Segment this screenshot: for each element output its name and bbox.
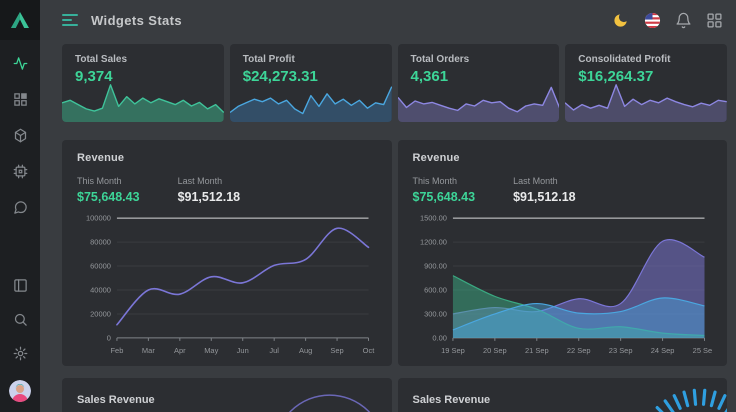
stat-card-total-orders: Total Orders 4,361 bbox=[398, 44, 560, 122]
last-month-label: Last Month bbox=[178, 176, 241, 186]
card-title: Sales Revenue bbox=[77, 394, 377, 406]
revenue-daily-card: Revenue This Month $75,648.43 Last Month… bbox=[398, 140, 728, 366]
svg-text:600.00: 600.00 bbox=[424, 285, 447, 294]
sidebar-nav-top bbox=[13, 56, 28, 215]
stat-card-total-sales: Total Sales 9,374 bbox=[62, 44, 224, 122]
total-profit-sparkline bbox=[230, 80, 392, 122]
svg-text:23 Sep: 23 Sep bbox=[608, 346, 632, 355]
this-month-label: This Month bbox=[77, 176, 140, 186]
this-month-group: This Month $75,648.43 bbox=[77, 176, 140, 204]
dashboard-grid-icon[interactable] bbox=[13, 92, 28, 107]
revenue-summary: This Month $75,648.43 Last Month $91,512… bbox=[413, 176, 713, 204]
last-month-value: $91,512.18 bbox=[178, 190, 241, 204]
revenue-summary: This Month $75,648.43 Last Month $91,512… bbox=[77, 176, 377, 204]
last-month-group: Last Month $91,512.18 bbox=[513, 176, 576, 204]
svg-text:21 Sep: 21 Sep bbox=[524, 346, 548, 355]
svg-text:Sep: Sep bbox=[330, 346, 343, 355]
stat-label: Consolidated Profit bbox=[578, 54, 714, 65]
language-flag-us-icon[interactable] bbox=[644, 12, 661, 29]
svg-text:80000: 80000 bbox=[90, 238, 111, 247]
svg-text:Aug: Aug bbox=[299, 346, 312, 355]
user-avatar[interactable] bbox=[9, 380, 31, 402]
stat-cards-row: Total Sales 9,374 Total Profit $24,273.3… bbox=[62, 44, 727, 122]
svg-text:900.00: 900.00 bbox=[424, 262, 447, 271]
card-title: Sales Revenue bbox=[413, 394, 713, 406]
stat-label: Total Sales bbox=[75, 54, 211, 65]
svg-text:Jun: Jun bbox=[237, 346, 249, 355]
revenue-monthly-line-chart: 0 20000 40000 60000 80000 100000 Feb Mar Apr May J… bbox=[77, 210, 377, 358]
svg-text:300.00: 300.00 bbox=[424, 309, 447, 318]
svg-text:25 Sep: 25 Sep bbox=[692, 346, 712, 355]
avatar-image bbox=[9, 380, 31, 402]
last-month-label: Last Month bbox=[513, 176, 576, 186]
this-month-label: This Month bbox=[413, 176, 476, 186]
notifications-bell-icon[interactable] bbox=[675, 12, 692, 29]
svg-text:100000: 100000 bbox=[86, 214, 111, 223]
app-logo[interactable] bbox=[0, 0, 40, 40]
svg-text:60000: 60000 bbox=[90, 262, 111, 271]
layout-panel-icon[interactable] bbox=[13, 278, 28, 293]
sales-revenue-card-left: Sales Revenue $8,641.26 bbox=[62, 378, 392, 412]
revenue-monthly-card: Revenue This Month $75,648.43 Last Month… bbox=[62, 140, 392, 366]
last-month-value: $91,512.18 bbox=[513, 190, 576, 204]
this-month-value: $75,648.43 bbox=[413, 190, 476, 204]
sidebar-nav-bottom bbox=[9, 278, 31, 402]
page-title: Widgets Stats bbox=[91, 13, 182, 28]
svg-text:40000: 40000 bbox=[90, 285, 111, 294]
svg-text:May: May bbox=[204, 346, 218, 355]
stat-label: Total Orders bbox=[411, 54, 547, 65]
revenue-daily-area-chart: 0.00 300.00 600.00 900.00 1200.00 1500.00 19 S… bbox=[413, 210, 713, 358]
total-orders-sparkline bbox=[398, 80, 560, 122]
this-month-value: $75,648.43 bbox=[77, 190, 140, 204]
svg-text:Oct: Oct bbox=[363, 346, 376, 355]
apps-grid-icon[interactable] bbox=[706, 12, 723, 29]
chat-bubble-icon[interactable] bbox=[13, 200, 28, 215]
svg-text:0: 0 bbox=[107, 333, 111, 342]
cpu-chip-icon[interactable] bbox=[13, 164, 28, 179]
svg-text:Apr: Apr bbox=[174, 346, 186, 355]
menu-toggle-icon[interactable] bbox=[62, 14, 78, 26]
sales-revenue-row: Sales Revenue $8,641.26 Sales Revenue $8… bbox=[62, 378, 727, 412]
svg-text:24 Sep: 24 Sep bbox=[650, 346, 674, 355]
svg-text:Feb: Feb bbox=[110, 346, 123, 355]
activity-icon[interactable] bbox=[13, 56, 28, 71]
last-month-group: Last Month $91,512.18 bbox=[178, 176, 241, 204]
package-box-icon[interactable] bbox=[13, 128, 28, 143]
header-icons bbox=[613, 12, 723, 29]
stat-card-consolidated-profit: Consolidated Profit $16,264.37 bbox=[565, 44, 727, 122]
search-icon[interactable] bbox=[13, 312, 28, 327]
revenue-charts-row: Revenue This Month $75,648.43 Last Month… bbox=[62, 140, 727, 366]
triangle-logo-icon bbox=[9, 9, 31, 31]
theme-moon-icon[interactable] bbox=[613, 12, 630, 29]
total-sales-sparkline bbox=[62, 80, 224, 122]
card-title: Revenue bbox=[413, 152, 713, 164]
svg-text:1200.00: 1200.00 bbox=[419, 238, 446, 247]
header: Widgets Stats bbox=[40, 0, 736, 40]
sales-revenue-card-right: Sales Revenue $8,641.26 bbox=[398, 378, 728, 412]
svg-text:Jul: Jul bbox=[269, 346, 279, 355]
svg-text:20 Sep: 20 Sep bbox=[483, 346, 507, 355]
svg-text:0.00: 0.00 bbox=[432, 333, 447, 342]
svg-text:19 Sep: 19 Sep bbox=[441, 346, 465, 355]
this-month-group: This Month $75,648.43 bbox=[413, 176, 476, 204]
svg-text:1500.00: 1500.00 bbox=[419, 214, 446, 223]
content: Total Sales 9,374 Total Profit $24,273.3… bbox=[40, 40, 736, 412]
sidebar bbox=[0, 0, 40, 412]
stat-card-total-profit: Total Profit $24,273.31 bbox=[230, 44, 392, 122]
card-title: Revenue bbox=[77, 152, 377, 164]
svg-text:22 Sep: 22 Sep bbox=[566, 346, 590, 355]
consolidated-profit-sparkline bbox=[565, 80, 727, 122]
settings-gear-icon[interactable] bbox=[13, 346, 28, 361]
stat-label: Total Profit bbox=[243, 54, 379, 65]
main-area: Widgets Stats bbox=[40, 0, 736, 412]
svg-text:Mar: Mar bbox=[142, 346, 155, 355]
svg-text:20000: 20000 bbox=[90, 309, 111, 318]
